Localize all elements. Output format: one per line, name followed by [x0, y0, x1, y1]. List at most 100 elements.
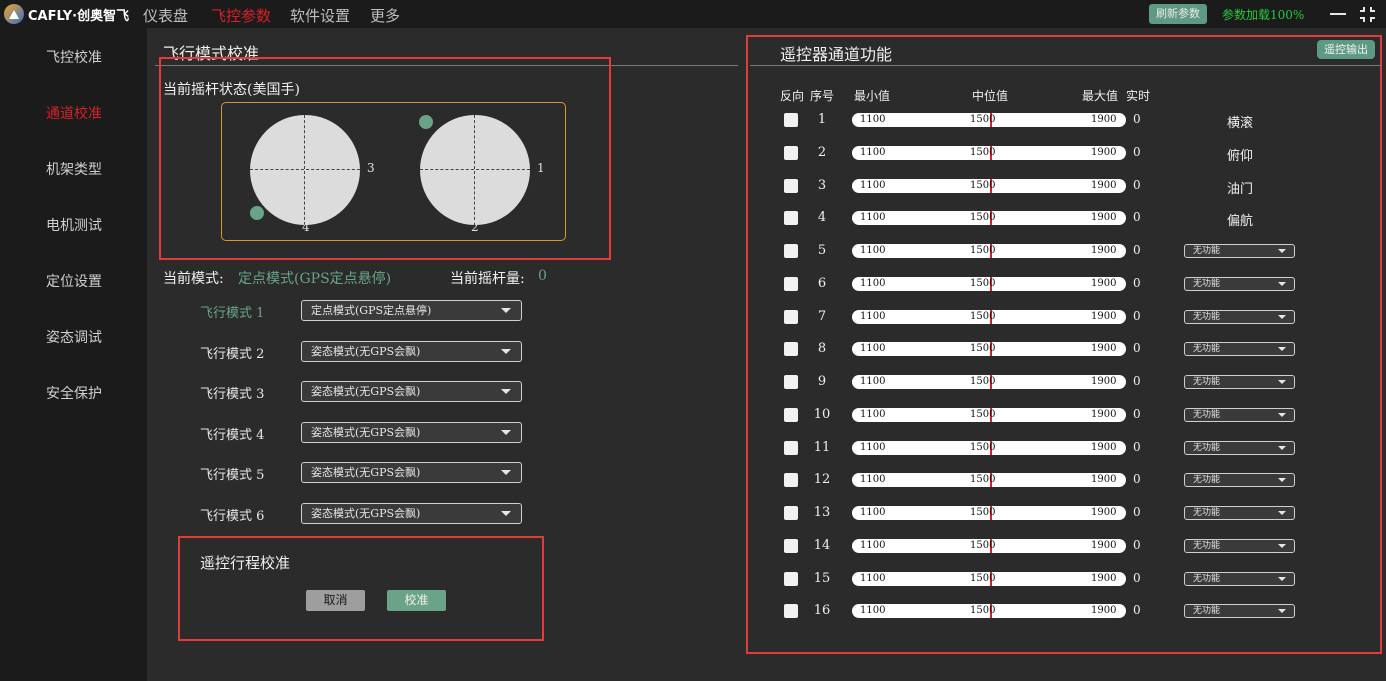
channel-function-select[interactable]: 无功能	[1184, 440, 1295, 455]
realtime-value: 0	[1133, 570, 1141, 585]
reverse-checkbox[interactable]	[784, 178, 798, 193]
channel-row: 8 1100 1500 1900 0 无功能	[0, 339, 1386, 359]
nav-dashboard[interactable]: 仪表盘	[143, 5, 188, 26]
channel-row: 7 1100 1500 1900 0 无功能	[0, 307, 1386, 327]
channel-index: 8	[817, 341, 827, 357]
reverse-checkbox[interactable]	[784, 113, 798, 127]
realtime-value: 0	[1133, 243, 1141, 257]
channel-function-select[interactable]: 无功能	[1184, 473, 1295, 488]
max-value: 1900	[1091, 179, 1117, 191]
channel-function: 俯仰	[1227, 148, 1254, 164]
max-value: 1900	[1091, 245, 1117, 256]
min-value: 1100	[860, 408, 886, 420]
realtime-value: 0	[1133, 275, 1141, 290]
sidebar-item-fc-calibration[interactable]: 飞控校准	[46, 47, 102, 67]
min-value: 1100	[860, 539, 886, 551]
channel-index: 12	[813, 472, 831, 488]
channel-row: 6 1100 1500 1900 0 无功能	[0, 274, 1386, 294]
col-reverse: 反向	[780, 89, 805, 103]
max-value: 1900	[1091, 539, 1117, 551]
channel-row: 15 1100 1500 1900 0 无功能	[0, 569, 1386, 589]
channel-row: 3 1100 1500 1900 0 油门	[0, 176, 1386, 197]
channel-range-bar[interactable]: 1100 1500 1900	[852, 375, 1126, 389]
max-value: 1900	[1091, 212, 1117, 224]
reverse-checkbox[interactable]	[784, 309, 798, 324]
channel-index: 4	[817, 210, 827, 226]
channel-index: 15	[813, 570, 831, 586]
channel-row: 4 1100 1500 1900 0 偏航	[0, 208, 1386, 230]
channel-function-select[interactable]: 无功能	[1184, 276, 1295, 291]
reverse-checkbox[interactable]	[784, 244, 798, 258]
realtime-value: 0	[1133, 374, 1141, 388]
refresh-params-button[interactable]: 刷新参数	[1149, 4, 1207, 24]
channel-range-bar[interactable]: 1100 1500 1900	[852, 113, 1126, 127]
nav-software-settings[interactable]: 软件设置	[290, 5, 350, 26]
fullscreen-icon[interactable]	[1360, 7, 1375, 22]
channel-range-bar[interactable]: 1100 1500 1900	[852, 604, 1126, 619]
channel-function-select[interactable]: 无功能	[1184, 375, 1295, 389]
reverse-checkbox[interactable]	[784, 211, 798, 226]
minimize-icon[interactable]	[1330, 13, 1346, 15]
nav-flight-params[interactable]: 飞控参数	[211, 5, 271, 26]
channel-function-select[interactable]: 无功能	[1184, 538, 1295, 553]
channel-function-select[interactable]: 无功能	[1184, 571, 1295, 586]
mid-value: 1500	[970, 114, 996, 125]
chevron-down-icon	[1278, 543, 1286, 548]
reverse-checkbox[interactable]	[784, 604, 798, 619]
channel-row: 11 1100 1500 1900 0 无功能	[0, 438, 1386, 458]
channel-range-bar[interactable]: 1100 1500 1900	[852, 571, 1126, 586]
rc-output-button[interactable]: 遥控输出	[1317, 40, 1375, 59]
channel-function-select[interactable]: 无功能	[1184, 309, 1295, 324]
channel-range-bar[interactable]: 1100 1500 1900	[852, 178, 1126, 193]
chevron-down-icon	[1278, 511, 1286, 515]
channel-function-select[interactable]: 无功能	[1184, 604, 1295, 619]
reverse-checkbox[interactable]	[784, 375, 798, 389]
reverse-checkbox[interactable]	[784, 571, 798, 586]
nav-more[interactable]: 更多	[370, 5, 400, 26]
max-value: 1900	[1091, 114, 1117, 125]
reverse-checkbox[interactable]	[784, 506, 798, 520]
channel-function-select[interactable]: 无功能	[1184, 342, 1295, 357]
channel-title: 遥控器通道功能	[780, 45, 893, 64]
max-value: 1900	[1091, 146, 1117, 158]
channel-range-bar[interactable]: 1100 1500 1900	[852, 342, 1126, 357]
channel-range-bar[interactable]: 1100 1500 1900	[852, 145, 1126, 160]
channel-range-bar[interactable]: 1100 1500 1900	[852, 407, 1126, 422]
realtime-value: 0	[1133, 472, 1141, 487]
channel-function-select[interactable]: 无功能	[1184, 407, 1295, 422]
channel-range-bar[interactable]: 1100 1500 1900	[852, 309, 1126, 324]
col-realtime: 实时	[1126, 89, 1151, 103]
reverse-checkbox[interactable]	[784, 342, 798, 357]
channel-function-select[interactable]: 无功能	[1184, 244, 1295, 258]
channel-row: 13 1100 1500 1900 0 无功能	[0, 503, 1386, 523]
reverse-checkbox[interactable]	[784, 538, 798, 553]
channel-index: 9	[817, 374, 827, 389]
channel-row: 1 1100 1500 1900 0 横滚	[0, 110, 1386, 131]
min-value: 1100	[860, 114, 886, 125]
reverse-checkbox[interactable]	[784, 276, 798, 291]
channel-range-bar[interactable]: 1100 1500 1900	[852, 506, 1126, 520]
channel-function-select[interactable]: 无功能	[1184, 506, 1295, 520]
reverse-checkbox[interactable]	[784, 145, 798, 160]
mid-value: 1500	[970, 310, 996, 322]
channel-range-bar[interactable]: 1100 1500 1900	[852, 440, 1126, 455]
channel-range-bar[interactable]: 1100 1500 1900	[852, 211, 1126, 226]
channel-range-bar[interactable]: 1100 1500 1900	[852, 473, 1126, 488]
min-value: 1100	[860, 245, 886, 256]
channel-index: 2	[817, 144, 827, 160]
realtime-value: 0	[1133, 177, 1141, 192]
channel-range-bar[interactable]: 1100 1500 1900	[852, 538, 1126, 553]
reverse-checkbox[interactable]	[784, 473, 798, 488]
channel-function: 偏航	[1227, 214, 1254, 230]
col-min: 最小值	[854, 89, 891, 103]
min-value: 1100	[860, 441, 886, 453]
channel-index: 3	[817, 177, 827, 193]
mid-value: 1500	[970, 408, 996, 420]
channel-range-bar[interactable]: 1100 1500 1900	[852, 244, 1126, 258]
max-value: 1900	[1091, 474, 1117, 486]
reverse-checkbox[interactable]	[784, 407, 798, 422]
reverse-checkbox[interactable]	[784, 440, 798, 455]
channel-range-bar[interactable]: 1100 1500 1900	[852, 276, 1126, 291]
realtime-value: 0	[1133, 210, 1141, 225]
chevron-down-icon	[1278, 380, 1286, 384]
